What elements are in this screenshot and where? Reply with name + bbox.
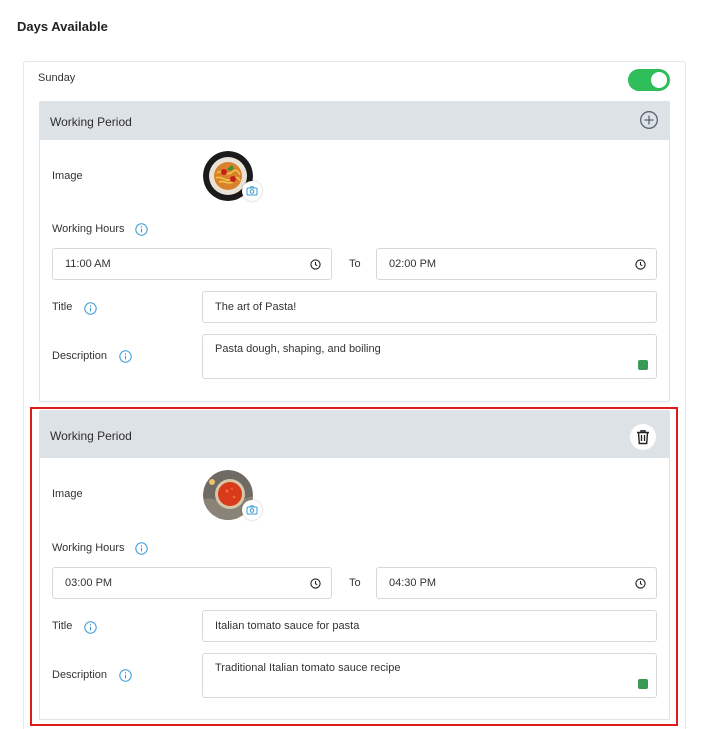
image-label: Image — [52, 488, 83, 500]
end-time-value: 02:00 PM — [389, 258, 437, 270]
end-time-value: 04:30 PM — [389, 577, 437, 589]
info-icon[interactable] — [119, 350, 132, 363]
to-label: To — [349, 258, 361, 270]
day-label: Sunday — [38, 72, 76, 84]
title-label: Title — [52, 301, 73, 313]
period-header: Working Period — [40, 102, 669, 140]
start-time-input[interactable]: 03:00 PM — [52, 567, 332, 599]
title-input-value: Italian tomato sauce for pasta — [215, 620, 360, 632]
description-textarea[interactable]: Pasta dough, shaping, and boiling — [202, 334, 657, 379]
clock-icon[interactable] — [310, 259, 321, 270]
delete-period-button[interactable] — [630, 424, 656, 450]
description-label: Description — [52, 669, 108, 681]
to-label: To — [349, 577, 361, 589]
camera-icon[interactable] — [242, 181, 262, 201]
working-hours-label: Working Hours — [52, 223, 125, 235]
resize-handle[interactable] — [638, 360, 648, 370]
working-period-2: Working Period Image Working Hours 03:00… — [39, 410, 670, 720]
title-label: Title — [52, 620, 73, 632]
camera-icon[interactable] — [242, 500, 262, 520]
end-time-input[interactable]: 02:00 PM — [376, 248, 657, 280]
description-value: Pasta dough, shaping, and boiling — [215, 343, 381, 355]
start-time-value: 03:00 PM — [65, 577, 113, 589]
description-value: Traditional Italian tomato sauce recipe — [215, 662, 401, 674]
period-header: Working Period — [40, 411, 669, 458]
clock-icon[interactable] — [635, 578, 646, 589]
clock-icon[interactable] — [310, 578, 321, 589]
start-time-input[interactable]: 11:00 AM — [52, 248, 332, 280]
info-icon[interactable] — [119, 669, 132, 682]
clock-icon[interactable] — [635, 259, 646, 270]
section-title: Days Available — [17, 19, 108, 34]
image-label: Image — [52, 170, 83, 182]
info-icon[interactable] — [135, 542, 148, 555]
start-time-value: 11:00 AM — [65, 258, 111, 270]
period-title: Working Period — [50, 429, 132, 443]
resize-handle[interactable] — [638, 679, 648, 689]
add-period-icon[interactable] — [639, 110, 659, 130]
working-hours-label: Working Hours — [52, 542, 125, 554]
title-input-value: The art of Pasta! — [215, 301, 297, 313]
working-period-1: Working Period Image Working Hours 11:00… — [39, 101, 670, 402]
title-input[interactable]: Italian tomato sauce for pasta — [202, 610, 657, 642]
description-label: Description — [52, 350, 108, 362]
info-icon[interactable] — [135, 223, 148, 236]
description-textarea[interactable]: Traditional Italian tomato sauce recipe — [202, 653, 657, 698]
trash-icon — [637, 430, 649, 445]
title-input[interactable]: The art of Pasta! — [202, 291, 657, 323]
toggle-knob — [651, 72, 667, 88]
day-enabled-toggle[interactable] — [628, 69, 670, 91]
end-time-input[interactable]: 04:30 PM — [376, 567, 657, 599]
period-title: Working Period — [50, 115, 132, 129]
info-icon[interactable] — [84, 302, 97, 315]
info-icon[interactable] — [84, 621, 97, 634]
